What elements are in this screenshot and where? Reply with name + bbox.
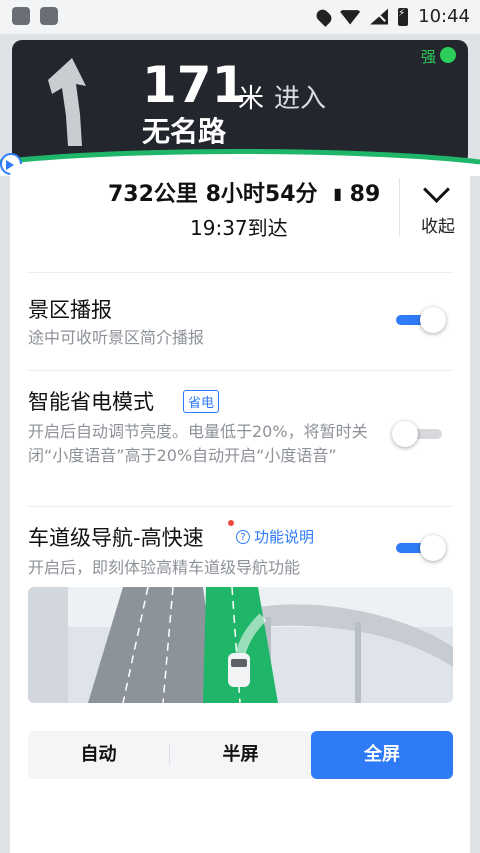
system-icons: 10:44 bbox=[314, 6, 470, 27]
location-icon bbox=[314, 6, 335, 27]
display-mode-selector: 自动 半屏 全屏 bbox=[28, 731, 453, 779]
setting-scenic-desc: 途中可收听景区简介播报 bbox=[28, 328, 205, 347]
lane-level-nav-toggle[interactable] bbox=[392, 533, 448, 563]
collapse-label: 收起 bbox=[421, 217, 455, 237]
navigation-guidance-card[interactable]: 171 米 进入 无名路 强 bbox=[12, 40, 468, 165]
divider bbox=[27, 272, 453, 273]
toggle-knob bbox=[392, 421, 418, 447]
divider bbox=[27, 506, 453, 507]
chevron-down-icon bbox=[423, 176, 450, 203]
toggle-knob bbox=[420, 535, 446, 561]
road-name: 无名路 bbox=[142, 115, 227, 148]
power-saving-toggle[interactable] bbox=[392, 419, 448, 449]
feature-help-link[interactable]: ? 功能说明 bbox=[236, 526, 314, 547]
battery-icon bbox=[398, 7, 409, 26]
divider bbox=[27, 370, 453, 371]
signal-icon bbox=[370, 8, 389, 25]
status-bar: 10:44 bbox=[0, 0, 480, 34]
toggle-knob bbox=[420, 307, 446, 333]
distance-unit: 米 bbox=[238, 84, 265, 114]
mode-half-screen-button[interactable]: 半屏 bbox=[170, 731, 311, 779]
notification-icons bbox=[12, 7, 58, 25]
route-distance-time: 732公里 8小时54分 bbox=[108, 182, 318, 207]
gps-strength-label: 强 bbox=[420, 48, 436, 66]
eta: 19:37到达 bbox=[190, 216, 288, 240]
divider bbox=[399, 178, 400, 236]
setting-power-saving-desc: 开启后自动调节亮度。电量低于20%，将暂时关闭“小度语音”高于20%自动开启“小… bbox=[28, 422, 368, 465]
distance-value: 171 bbox=[142, 56, 247, 114]
notification-app-icon bbox=[12, 7, 30, 25]
traffic-light-icon: ▮ bbox=[333, 184, 342, 203]
scenic-broadcast-toggle[interactable] bbox=[392, 305, 448, 335]
notification-app-icon-2 bbox=[40, 7, 58, 25]
lane-navigation-illustration bbox=[28, 587, 453, 703]
help-link-label: 功能说明 bbox=[254, 528, 315, 546]
wifi-icon bbox=[340, 10, 361, 25]
route-summary: 732公里 8小时54分 ▮ 89 bbox=[108, 176, 380, 208]
setting-lane-nav-desc: 开启后，即刻体验高精车道级导航功能 bbox=[28, 558, 301, 577]
mode-full-screen-button[interactable]: 全屏 bbox=[311, 731, 453, 779]
new-feature-dot bbox=[228, 520, 234, 526]
turn-left-arrow-icon bbox=[48, 58, 86, 146]
mode-auto-button[interactable]: 自动 bbox=[28, 731, 169, 779]
help-icon: ? bbox=[236, 529, 250, 544]
maneuver-action: 进入 bbox=[274, 84, 327, 114]
setting-power-saving-title: 智能省电模式 bbox=[28, 390, 154, 414]
power-saving-badge: 省电 bbox=[183, 390, 220, 413]
setting-lane-nav-title: 车道级导航-高快速 bbox=[28, 526, 204, 550]
setting-scenic-title: 景区播报 bbox=[28, 298, 112, 322]
collapse-button[interactable]: 收起 bbox=[410, 176, 470, 238]
traffic-light-count: 89 bbox=[349, 182, 381, 207]
gps-signal-icon bbox=[440, 47, 456, 63]
clock: 10:44 bbox=[418, 6, 470, 27]
